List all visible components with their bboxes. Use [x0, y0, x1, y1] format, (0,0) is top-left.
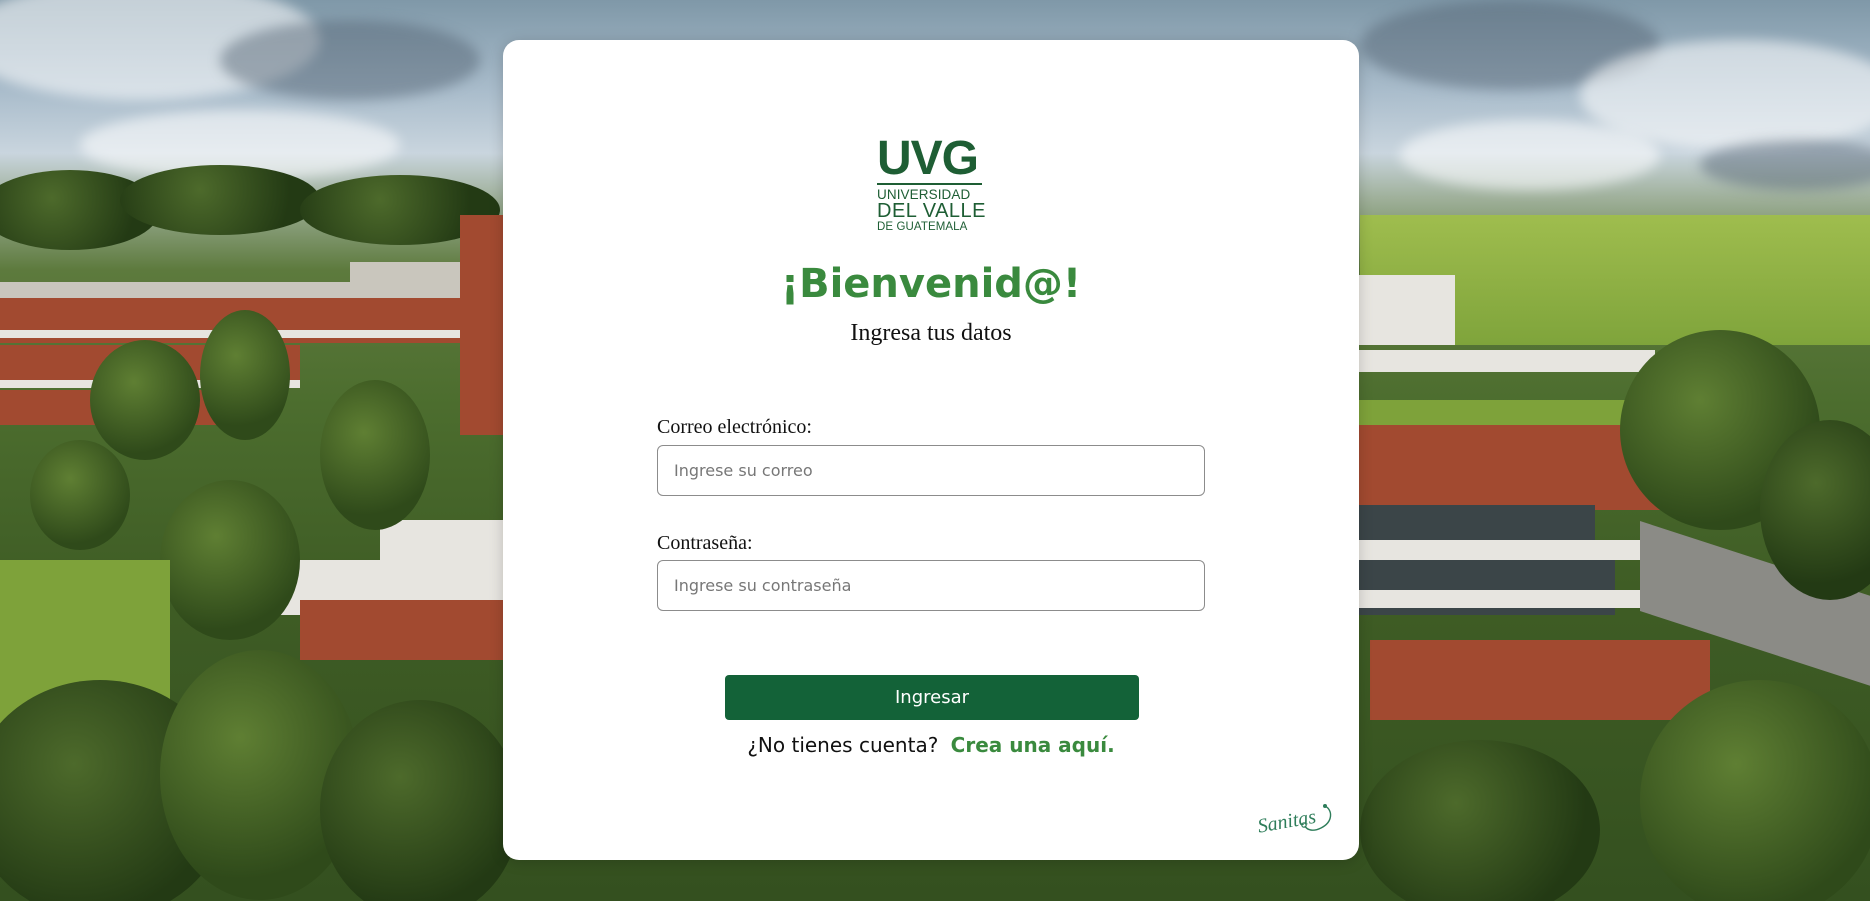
- sanitas-logo: Sanitas: [1255, 800, 1337, 840]
- page-subtitle: Ingresa tus datos: [850, 320, 1012, 346]
- login-button[interactable]: Ingresar: [725, 675, 1139, 720]
- email-field[interactable]: [657, 445, 1205, 496]
- page-title: ¡Bienvenid@!: [780, 261, 1082, 307]
- signup-link[interactable]: Crea una aquí.: [951, 733, 1115, 757]
- logo-mark: UVG: [877, 132, 979, 185]
- email-label: Correo electrónico:: [657, 416, 812, 438]
- sanitas-wordmark: Sanitas: [1256, 806, 1318, 838]
- uvg-logo: UVG UNIVERSIDAD DEL VALLE DE GUATEMALA: [877, 132, 987, 234]
- password-field[interactable]: [657, 560, 1205, 611]
- logo-line-2: DEL VALLE: [877, 200, 987, 222]
- logo-line-3: DE GUATEMALA: [877, 221, 968, 233]
- password-label: Contraseña:: [657, 532, 753, 554]
- signup-prompt: ¿No tienes cuenta? Crea una aquí.: [503, 733, 1359, 757]
- signup-prompt-text: ¿No tienes cuenta?: [747, 733, 939, 757]
- login-card: UVG UNIVERSIDAD DEL VALLE DE GUATEMALA ¡…: [503, 40, 1359, 860]
- stethoscope-icon: Sanitas: [1256, 804, 1332, 838]
